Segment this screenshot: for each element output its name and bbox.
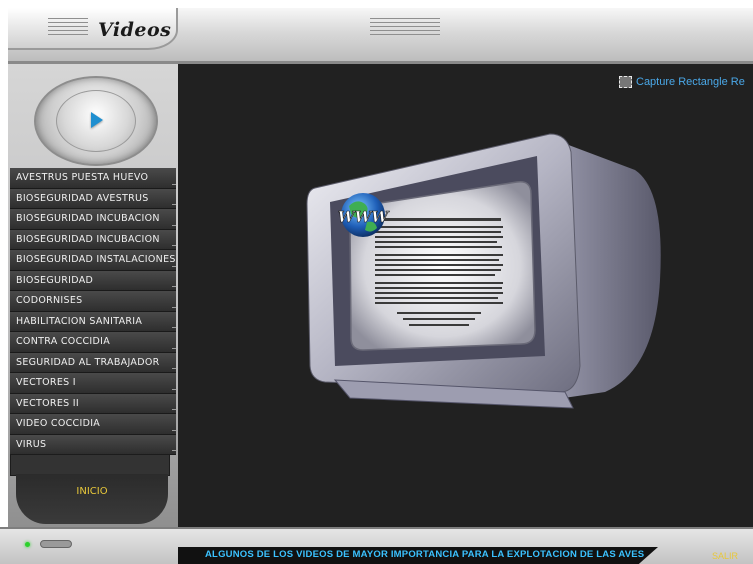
video-item-bioseguridad-incubacion-2[interactable]: BIOSEGURIDAD INCUBACION <box>10 229 176 250</box>
power-led-icon <box>25 542 30 547</box>
screen-logo-text: WWW <box>338 208 391 226</box>
video-list: AVESTRUS PUESTA HUEVO BIOSEGURIDAD AVEST… <box>10 168 176 455</box>
title-bar: Videos <box>8 8 753 64</box>
video-list-empty-slot <box>10 454 170 476</box>
video-item-habilitacion-sanitaria[interactable]: HABILITACION SANITARIA <box>10 311 176 332</box>
ticker-text: ALGUNOS DE LOS VIDEOS DE MAYOR IMPORTANC… <box>205 549 645 560</box>
video-item-vectores-2[interactable]: VECTORES II <box>10 393 176 414</box>
capture-rectangle-label: Capture Rectangle Re <box>636 76 745 88</box>
capture-rectangle-button[interactable]: Capture Rectangle Re <box>619 73 745 91</box>
play-disc[interactable] <box>34 76 158 166</box>
play-disc-center[interactable] <box>56 90 136 152</box>
video-item-virus[interactable]: VIRUS <box>10 434 176 455</box>
video-menu-panel: AVESTRUS PUESTA HUEVO BIOSEGURIDAD AVEST… <box>8 64 178 527</box>
capture-rectangle-icon <box>619 76 632 88</box>
video-item-bioseguridad[interactable]: BIOSEGURIDAD <box>10 270 176 291</box>
exit-button[interactable]: SALIR <box>712 551 738 561</box>
slot-decoration <box>40 540 72 548</box>
video-item-video-coccidia[interactable]: VIDEO COCCIDIA <box>10 414 176 435</box>
video-item-codornises[interactable]: CODORNISES <box>10 291 176 312</box>
video-item-bioseguridad-incubacion-1[interactable]: BIOSEGURIDAD INCUBACION <box>10 209 176 230</box>
television-illustration: WWW <box>306 133 661 409</box>
video-item-contra-coccidia[interactable]: CONTRA COCCIDIA <box>10 332 176 353</box>
play-icon[interactable] <box>91 112 103 128</box>
video-item-avestrus-puesta-huevo[interactable]: AVESTRUS PUESTA HUEVO <box>10 168 176 189</box>
inicio-pod: INICIO <box>16 474 168 524</box>
page-title: Videos <box>98 19 172 41</box>
title-bar-decoration-right <box>370 18 440 36</box>
app-window: Videos AVESTRUS PUESTA HUEVO BIOSEGURIDA… <box>0 0 753 564</box>
video-item-bioseguridad-instalaciones[interactable]: BIOSEGURIDAD INSTALACIONES <box>10 250 176 271</box>
video-item-vectores-1[interactable]: VECTORES I <box>10 373 176 394</box>
video-item-seguridad-al-trabajador[interactable]: SEGURIDAD AL TRABAJADOR <box>10 352 176 373</box>
inicio-button[interactable]: INICIO <box>16 486 168 497</box>
title-bar-decoration-left <box>48 18 88 36</box>
video-item-bioseguridad-avestrus[interactable]: BIOSEGURIDAD AVESTRUS <box>10 188 176 209</box>
